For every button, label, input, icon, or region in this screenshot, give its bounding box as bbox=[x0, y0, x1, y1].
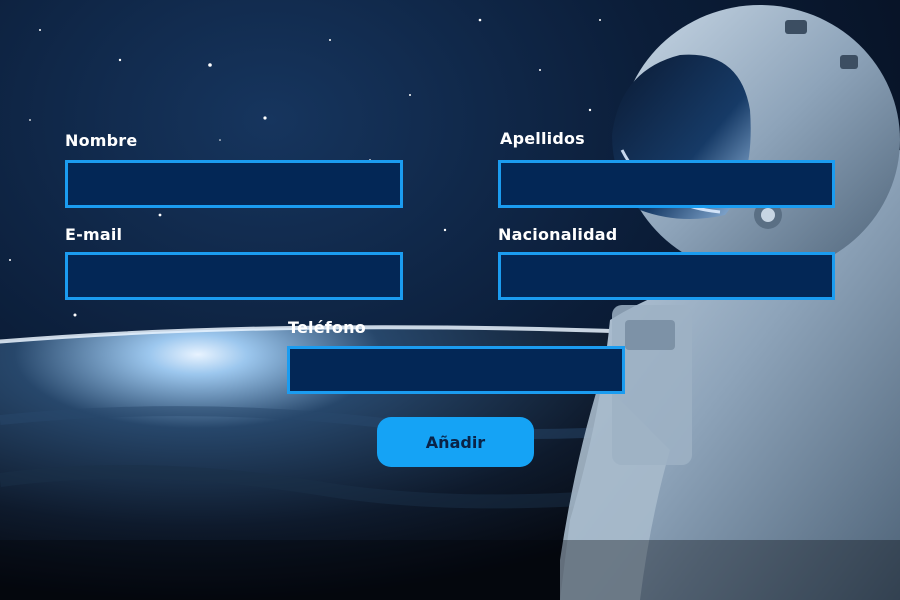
telefono-input[interactable] bbox=[287, 346, 625, 394]
nombre-input[interactable] bbox=[65, 160, 403, 208]
astronaut bbox=[560, 5, 900, 600]
nombre-label: Nombre bbox=[65, 131, 138, 150]
nacionalidad-label: Nacionalidad bbox=[498, 225, 618, 244]
apellidos-input[interactable] bbox=[498, 160, 835, 208]
nacionalidad-input[interactable] bbox=[498, 252, 835, 300]
add-button[interactable]: Añadir bbox=[377, 417, 534, 467]
apellidos-label: Apellidos bbox=[500, 129, 585, 148]
form-page: Nombre Apellidos E-mail Nacionalidad Tel… bbox=[0, 0, 900, 600]
space-astronaut-background bbox=[0, 5, 900, 600]
email-label: E-mail bbox=[65, 225, 123, 244]
telefono-label: Teléfono bbox=[288, 318, 366, 337]
email-input[interactable] bbox=[65, 252, 403, 300]
